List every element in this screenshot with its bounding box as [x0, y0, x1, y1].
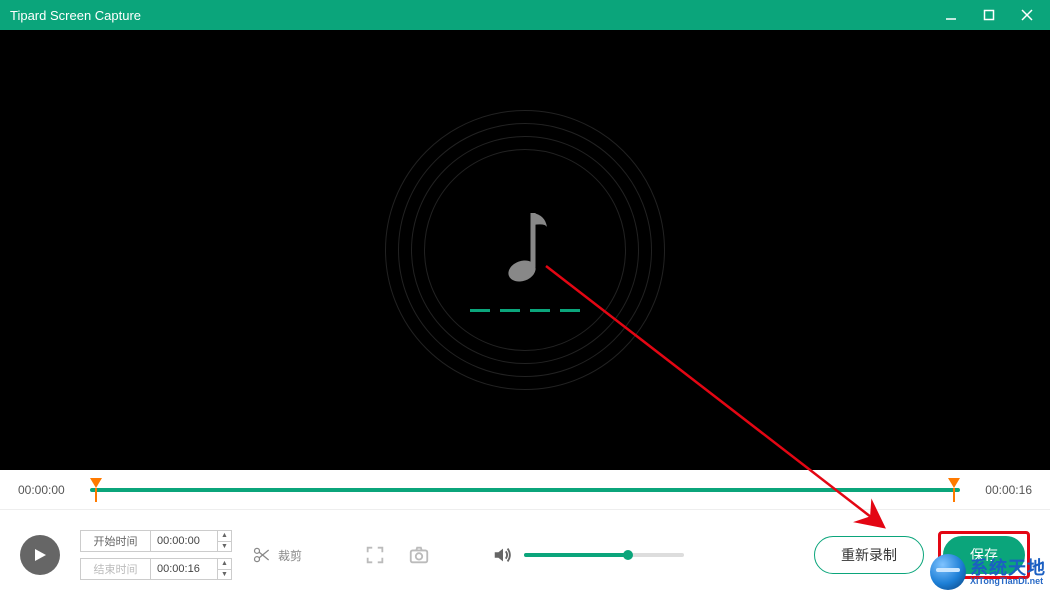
scissors-icon — [252, 545, 272, 565]
audio-bars — [470, 309, 580, 312]
timeline-end-marker[interactable] — [948, 478, 960, 488]
audio-visualizer — [375, 100, 675, 400]
start-time-stepper[interactable]: ▲▼ — [217, 531, 231, 551]
volume-control — [492, 544, 684, 566]
crop-tool[interactable]: 裁剪 — [252, 545, 302, 565]
time-fields: 开始时间 00:00:00 ▲▼ 结束时间 00:00:16 ▲▼ — [80, 530, 232, 580]
tool-icons — [362, 542, 432, 568]
watermark-text-cn: 系统天地 — [970, 559, 1046, 577]
window-controls — [938, 2, 1040, 28]
controls-row: 开始时间 00:00:00 ▲▼ 结束时间 00:00:16 ▲▼ 裁剪 — [0, 510, 1050, 600]
camera-icon — [408, 544, 430, 566]
timeline-end-time: 00:00:16 — [972, 483, 1032, 497]
end-time-stepper[interactable]: ▲▼ — [217, 559, 231, 579]
snapshot-button[interactable] — [406, 542, 432, 568]
end-time-label: 结束时间 — [80, 558, 150, 580]
rerecord-button[interactable]: 重新录制 — [814, 536, 924, 574]
timeline: 00:00:00 00:00:16 — [0, 470, 1050, 510]
volume-slider[interactable] — [524, 553, 684, 557]
app-title: Tipard Screen Capture — [10, 8, 938, 23]
start-time-input[interactable]: 00:00:00 ▲▼ — [150, 530, 232, 552]
play-button[interactable] — [20, 535, 60, 575]
speaker-icon[interactable] — [492, 544, 514, 566]
timeline-track[interactable] — [90, 480, 960, 500]
fullscreen-icon — [364, 544, 386, 566]
start-time-row: 开始时间 00:00:00 ▲▼ — [80, 530, 232, 552]
watermark: 系统天地 XiTongTianDi.net — [930, 554, 1046, 590]
titlebar: Tipard Screen Capture — [0, 0, 1050, 30]
start-time-label: 开始时间 — [80, 530, 150, 552]
end-time-input[interactable]: 00:00:16 ▲▼ — [150, 558, 232, 580]
start-time-value: 00:00:00 — [157, 535, 200, 547]
minimize-button[interactable] — [938, 2, 964, 28]
maximize-button[interactable] — [976, 2, 1002, 28]
fullscreen-button[interactable] — [362, 542, 388, 568]
watermark-text-en: XiTongTianDi.net — [970, 577, 1046, 586]
watermark-globe-icon — [930, 554, 966, 590]
timeline-start-marker[interactable] — [90, 478, 102, 488]
crop-label: 裁剪 — [278, 547, 302, 564]
end-time-value: 00:00:16 — [157, 563, 200, 575]
end-time-row: 结束时间 00:00:16 ▲▼ — [80, 558, 232, 580]
close-button[interactable] — [1014, 2, 1040, 28]
timeline-start-time: 00:00:00 — [18, 483, 78, 497]
preview-area — [0, 30, 1050, 470]
